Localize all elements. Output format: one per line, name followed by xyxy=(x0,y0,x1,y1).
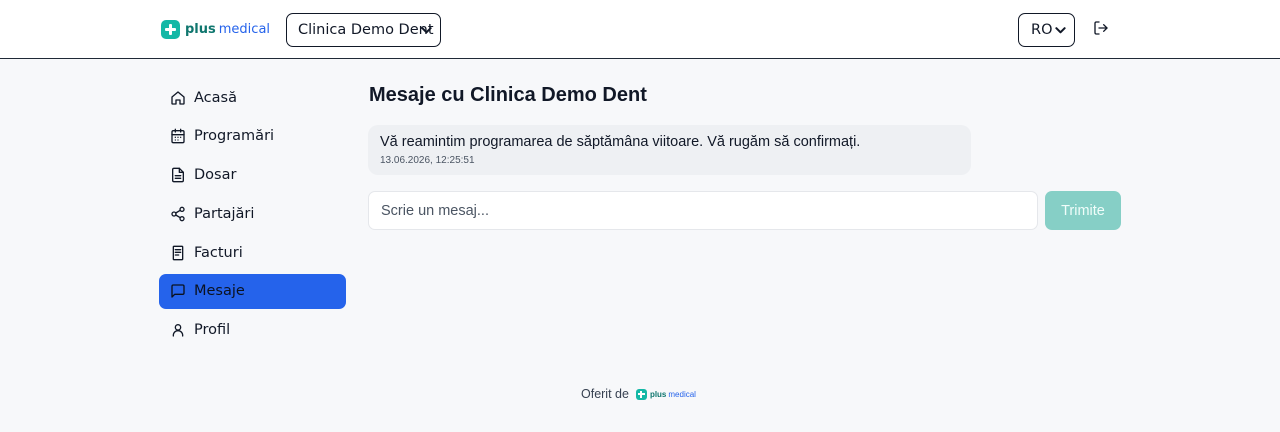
sidebar-item-facturi[interactable]: Facturi xyxy=(159,235,346,270)
document-icon xyxy=(172,167,184,183)
sidebar: Acasă Programări Dosar Partajări Facturi… xyxy=(159,80,346,352)
sidebar-item-label: Programări xyxy=(194,128,275,145)
invoice-icon xyxy=(172,245,184,261)
message-icon xyxy=(171,284,185,299)
logo-medical-text: medical xyxy=(218,21,271,37)
home-icon xyxy=(171,90,185,105)
sidebar-item-label: Dosar xyxy=(194,167,237,184)
calendar-icon xyxy=(171,128,185,144)
message-bubble: Vă reamintim programarea de săptămâna vi… xyxy=(368,125,971,175)
footer-logo-medical: medical xyxy=(668,389,696,399)
sidebar-item-programari[interactable]: Programări xyxy=(159,119,346,154)
send-button[interactable]: Trimite xyxy=(1045,191,1121,230)
share-icon xyxy=(171,206,185,222)
top-bar: plus medical Clinica Demo Dent RO xyxy=(0,0,1280,59)
language-select[interactable]: RO xyxy=(1018,13,1075,47)
logout-icon[interactable] xyxy=(1093,20,1109,36)
message-text: Vă reamintim programarea de săptămâna vi… xyxy=(380,134,861,150)
chevron-down-icon xyxy=(1055,27,1066,34)
user-icon xyxy=(172,324,184,337)
sidebar-item-label: Facturi xyxy=(194,244,243,261)
sidebar-item-profil[interactable]: Profil xyxy=(159,313,346,348)
footer-logo-plus: plus xyxy=(649,389,667,399)
footer-logo[interactable]: plus medical xyxy=(635,388,696,400)
clinic-select[interactable]: Clinica Demo Dent xyxy=(286,13,441,47)
logo-plus-text: plus xyxy=(185,21,216,37)
clinic-select-value: Clinica Demo Dent xyxy=(298,22,434,38)
chevron-down-icon xyxy=(421,27,432,34)
footer: Oferit de plus medical xyxy=(581,386,696,402)
footer-offered-by: Oferit de xyxy=(581,387,629,401)
sidebar-item-acasa[interactable]: Acasă xyxy=(159,80,346,115)
app-logo[interactable]: plus medical xyxy=(161,19,270,39)
sidebar-item-label: Mesaje xyxy=(194,283,245,300)
message-timestamp: 13.06.2026, 12:25:51 xyxy=(380,155,475,166)
sidebar-item-label: Partajări xyxy=(194,205,255,222)
language-select-value: RO xyxy=(1031,22,1053,38)
plus-cross-icon xyxy=(635,388,647,400)
sidebar-item-partajari[interactable]: Partajări xyxy=(159,196,346,231)
page-title: Mesaje cu Clinica Demo Dent xyxy=(369,84,647,106)
sidebar-item-label: Acasă xyxy=(194,89,237,106)
sidebar-item-dosar[interactable]: Dosar xyxy=(159,158,346,193)
plus-cross-icon xyxy=(161,19,180,39)
message-input[interactable] xyxy=(368,191,1038,230)
sidebar-item-label: Profil xyxy=(194,322,231,339)
sidebar-item-mesaje[interactable]: Mesaje xyxy=(159,273,346,309)
